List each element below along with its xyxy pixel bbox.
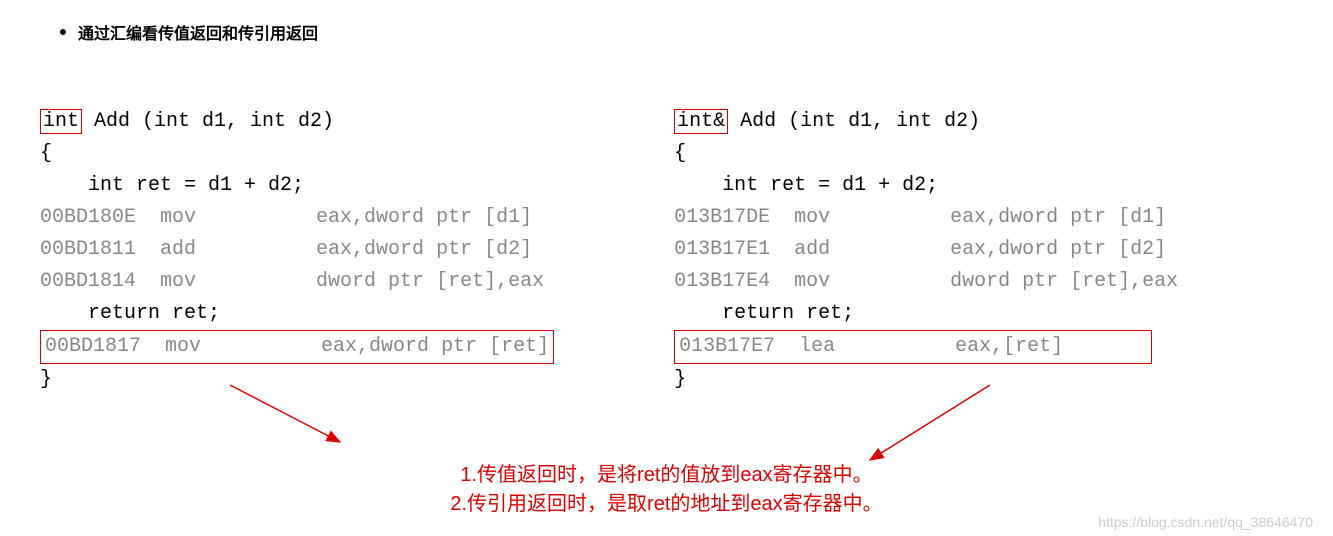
bullet-dot-icon — [60, 29, 66, 35]
left-asm-return-box: 00BD1817 mov eax,dword ptr [ret] — [40, 330, 554, 364]
annotations: 1.传值返回时，是将ret的值放到eax寄存器中。 2.传引用返回时，是取ret… — [40, 458, 1293, 516]
left-body: int ret = d1 + d2; — [40, 174, 304, 197]
right-body: int ret = d1 + d2; — [674, 174, 938, 197]
left-asm-3: 00BD1814 mov dword ptr [ret],eax — [40, 270, 544, 293]
right-return-type-box: int& — [674, 109, 728, 134]
left-code-panel: int Add (int d1, int d2) { int ret = d1 … — [40, 74, 554, 428]
left-brace-close: } — [40, 368, 52, 391]
bullet-text: 通过汇编看传值返回和传引用返回 — [78, 20, 318, 44]
left-asm-2: 00BD1811 add eax,dword ptr [d2] — [40, 238, 532, 261]
annotation-2: 2.传引用返回时，是取ret的地址到eax寄存器中。 — [40, 487, 1293, 516]
right-asm-1: 013B17DE mov eax,dword ptr [d1] — [674, 206, 1166, 229]
left-return-type-box: int — [40, 109, 82, 134]
right-brace-open: { — [674, 142, 686, 165]
bullet-item: 通过汇编看传值返回和传引用返回 — [60, 20, 1293, 44]
annotation-1: 1.传值返回时，是将ret的值放到eax寄存器中。 — [40, 458, 1293, 487]
right-brace-close: } — [674, 368, 686, 391]
right-code-panel: int& Add (int d1, int d2) { int ret = d1… — [674, 74, 1178, 428]
right-signature: Add (int d1, int d2) — [728, 110, 980, 133]
left-brace-open: { — [40, 142, 52, 165]
left-asm-1: 00BD180E mov eax,dword ptr [d1] — [40, 206, 532, 229]
left-signature: Add (int d1, int d2) — [82, 110, 334, 133]
right-asm-3: 013B17E4 mov dword ptr [ret],eax — [674, 270, 1178, 293]
left-return: return ret; — [40, 302, 220, 325]
right-asm-2: 013B17E1 add eax,dword ptr [d2] — [674, 238, 1166, 261]
right-return: return ret; — [674, 302, 854, 325]
right-asm-return-box: 013B17E7 lea eax,[ret] — [674, 330, 1152, 364]
watermark: https://blog.csdn.net/qq_38646470 — [1098, 514, 1313, 530]
code-panels: int Add (int d1, int d2) { int ret = d1 … — [40, 74, 1293, 428]
